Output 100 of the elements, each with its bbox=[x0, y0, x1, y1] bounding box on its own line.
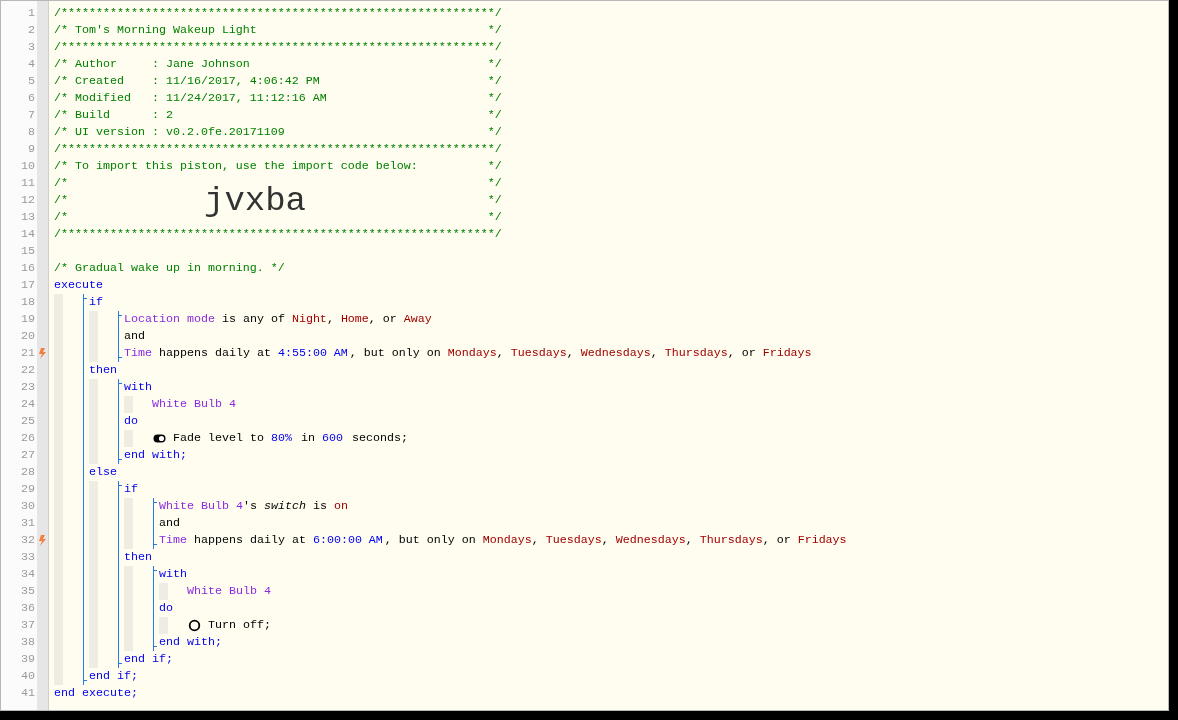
line-number: 12 bbox=[20, 192, 36, 209]
code-text: happens daily at bbox=[192, 532, 307, 549]
device-name: White Bulb 4 bbox=[152, 396, 236, 413]
keyword: end if; bbox=[124, 651, 173, 668]
number-value: 4:55:00 AM bbox=[277, 345, 349, 362]
code-comment: /* Tom's Morning Wakeup Light bbox=[54, 22, 257, 39]
keyword: else bbox=[89, 464, 117, 481]
line-number: 26 bbox=[20, 430, 36, 447]
line-number: 18 bbox=[20, 294, 36, 311]
comment-end: */ bbox=[487, 56, 502, 73]
code-text: is any of bbox=[220, 311, 286, 328]
keyword: if bbox=[89, 294, 103, 311]
line-number: 32 bbox=[20, 532, 36, 549]
value-text: Thursdays bbox=[664, 345, 728, 362]
line-number: 38 bbox=[20, 634, 36, 651]
line-number: 33 bbox=[20, 549, 36, 566]
line-number: 8 bbox=[27, 124, 36, 141]
code-text: , bbox=[685, 532, 694, 549]
code-text: and bbox=[124, 328, 145, 345]
line-number: 31 bbox=[20, 515, 36, 532]
code-comment: /* Author : Jane Johnson bbox=[54, 56, 250, 73]
line-number: 3 bbox=[27, 39, 36, 56]
value-text: Wednesdays bbox=[615, 532, 686, 549]
device-name: White Bulb 4 bbox=[159, 498, 243, 515]
code-text: , but only on bbox=[349, 345, 442, 362]
line-number: 14 bbox=[20, 226, 36, 243]
keyword: then bbox=[89, 362, 117, 379]
line-number: 22 bbox=[20, 362, 36, 379]
keyword: execute bbox=[54, 277, 103, 294]
comment-end: */ bbox=[487, 158, 502, 175]
line-number: 10 bbox=[20, 158, 36, 175]
comment-end: */ bbox=[487, 124, 502, 141]
line-number: 37 bbox=[20, 617, 36, 634]
line-number: 15 bbox=[20, 243, 36, 260]
value-text: Away bbox=[403, 311, 432, 328]
ring-icon bbox=[188, 619, 201, 632]
code-text: is bbox=[311, 498, 328, 515]
line-number: 40 bbox=[20, 668, 36, 685]
value-text: Home bbox=[340, 311, 369, 328]
code-text: in bbox=[299, 430, 316, 447]
code-comment: /**************************************************************/ bbox=[54, 5, 502, 22]
value-text: Tuesdays bbox=[545, 532, 602, 549]
code-comment: /* bbox=[54, 209, 68, 226]
device-name: White Bulb 4 bbox=[187, 583, 271, 600]
import-code: jvxba bbox=[204, 184, 307, 218]
line-number: 21 bbox=[20, 345, 36, 362]
code-text: seconds; bbox=[350, 430, 408, 447]
line-number: 23 bbox=[20, 379, 36, 396]
code-comment: /**************************************************************/ bbox=[54, 226, 502, 243]
keyword: do bbox=[124, 413, 138, 430]
comment-end: */ bbox=[487, 209, 502, 226]
keyword: end if; bbox=[89, 668, 138, 685]
code-comment: /**************************************************************/ bbox=[54, 39, 502, 56]
line-number: 7 bbox=[27, 107, 36, 124]
line-number: 13 bbox=[20, 209, 36, 226]
number-value: 6:00:00 AM bbox=[312, 532, 384, 549]
line-number: 28 bbox=[20, 464, 36, 481]
value-text: Wednesdays bbox=[580, 345, 651, 362]
code-comment: /* Modified : 11/24/2017, 11:12:16 AM bbox=[54, 90, 327, 107]
line-number: 19 bbox=[20, 311, 36, 328]
code-comment: /* To import this piston, use the import code below: bbox=[54, 158, 418, 175]
code-comment: /* Gradual wake up in morning. */ bbox=[54, 260, 285, 277]
comment-end: */ bbox=[487, 22, 502, 39]
code-text: , or bbox=[368, 311, 398, 328]
line-number: 35 bbox=[20, 583, 36, 600]
line-number: 20 bbox=[20, 328, 36, 345]
keyword: end with; bbox=[159, 634, 222, 651]
code-text: happens daily at bbox=[157, 345, 272, 362]
code-comment: /* UI version : v0.2.0fe.20171109 bbox=[54, 124, 285, 141]
line-number: 6 bbox=[27, 90, 36, 107]
value-text: Tuesdays bbox=[510, 345, 567, 362]
code-comment: /* bbox=[54, 175, 68, 192]
value-text: Night bbox=[291, 311, 327, 328]
line-number: 2 bbox=[27, 22, 36, 39]
comment-end: */ bbox=[487, 175, 502, 192]
code-text: , bbox=[326, 311, 335, 328]
attribute-name: switch bbox=[263, 498, 306, 515]
keyword: end with; bbox=[124, 447, 187, 464]
keyword: do bbox=[159, 600, 173, 617]
code-text: , bbox=[650, 345, 659, 362]
line-number: 39 bbox=[20, 651, 36, 668]
line-number: 34 bbox=[20, 566, 36, 583]
line-number: 24 bbox=[20, 396, 36, 413]
code-text: Turn off; bbox=[207, 617, 271, 634]
line-number: 16 bbox=[20, 260, 36, 277]
line-number: 25 bbox=[20, 413, 36, 430]
device-name: Time bbox=[124, 345, 152, 362]
code-text: , or bbox=[727, 345, 757, 362]
comment-end: */ bbox=[487, 73, 502, 90]
code-text: 's bbox=[242, 498, 258, 515]
line-number: 29 bbox=[20, 481, 36, 498]
line-number: 17 bbox=[20, 277, 36, 294]
code-text: , bbox=[601, 532, 610, 549]
device-name: Location mode bbox=[124, 311, 215, 328]
keyword: with bbox=[159, 566, 187, 583]
code-text: Fade level to bbox=[172, 430, 265, 447]
line-number: 27 bbox=[20, 447, 36, 464]
line-number: 30 bbox=[20, 498, 36, 515]
comment-end: */ bbox=[487, 192, 502, 209]
keyword: then bbox=[124, 549, 152, 566]
